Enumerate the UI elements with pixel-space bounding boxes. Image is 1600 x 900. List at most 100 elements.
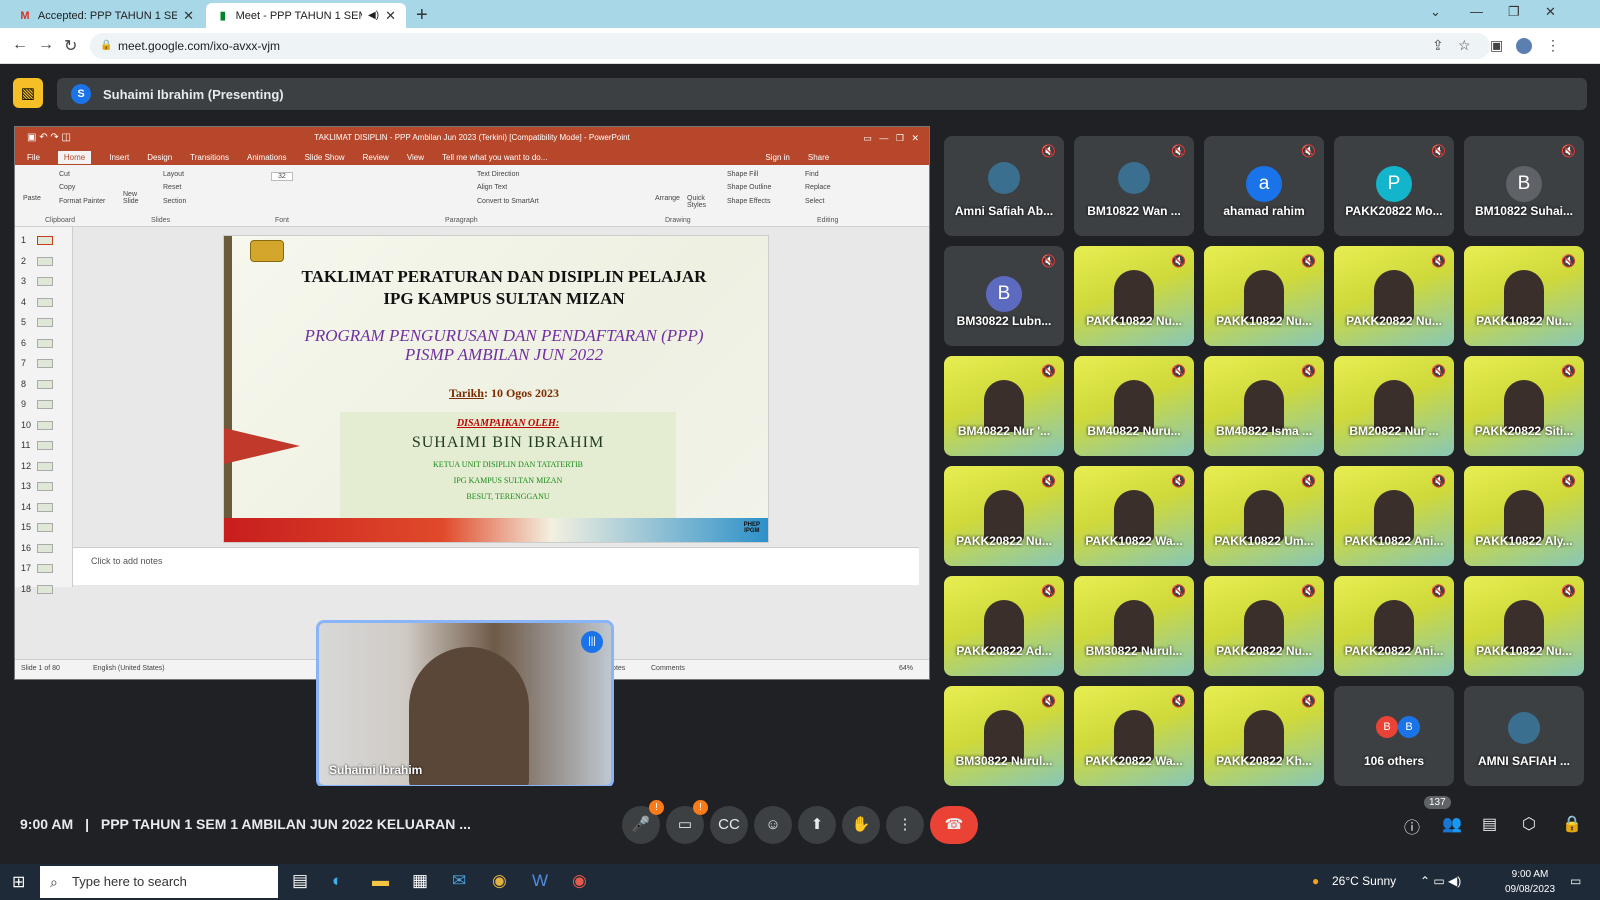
participant-tile[interactable]: 🔇 PAKK10822 Um... bbox=[1204, 466, 1324, 566]
lock-icon[interactable]: 🔒 bbox=[100, 33, 112, 59]
taskbar-time: 9:00 AM bbox=[1511, 869, 1549, 880]
edge-icon[interactable]: ◐ bbox=[332, 871, 342, 891]
share-icon[interactable]: ⇪ bbox=[1432, 37, 1444, 54]
bookmark-star-icon[interactable]: ☆ bbox=[1458, 37, 1471, 54]
slide-program: PROGRAM PENGURUSAN DAN PENDAFTARAN (PPP)… bbox=[244, 326, 764, 364]
word-icon[interactable]: W bbox=[532, 871, 548, 891]
participant-tile[interactable]: 🔇 BM40822 Nuru... bbox=[1074, 356, 1194, 456]
mic-muted-icon: 🔇 bbox=[1301, 144, 1316, 158]
chrome-active-icon[interactable]: ◉ bbox=[572, 871, 587, 891]
browser-tab-gmail[interactable]: M Accepted: PPP TAHUN 1 SEM 1 A ✕ bbox=[8, 3, 204, 28]
participant-tile[interactable]: B 🔇 BM10822 Suhai... bbox=[1464, 136, 1584, 236]
participant-tile[interactable]: 🔇 PAKK10822 Ani... bbox=[1334, 466, 1454, 566]
presenter-label: Suhaimi Ibrahim (Presenting) bbox=[103, 86, 284, 102]
mic-muted-icon: 🔇 bbox=[1431, 584, 1446, 598]
new-tab-button[interactable]: + bbox=[416, 4, 428, 27]
menu-dots-icon[interactable]: ⋮ bbox=[1546, 37, 1560, 54]
mic-muted-icon: 🔇 bbox=[1301, 584, 1316, 598]
participant-tile[interactable]: 🔇 PAKK20822 Wa... bbox=[1074, 686, 1194, 786]
host-controls-icon[interactable]: 🔒 bbox=[1562, 814, 1582, 834]
captions-button[interactable]: CC bbox=[710, 806, 748, 844]
participant-tile[interactable]: 🔇 PAKK20822 Ad... bbox=[944, 576, 1064, 676]
participant-tile[interactable]: B B 106 others bbox=[1334, 686, 1454, 786]
more-options-button[interactable]: ⋮ bbox=[886, 806, 924, 844]
participant-tile[interactable]: 🔇 PAKK10822 Nu... bbox=[1464, 576, 1584, 676]
store-icon[interactable]: ▦ bbox=[412, 871, 428, 891]
windows-start-icon[interactable]: ⊞ bbox=[12, 872, 25, 892]
participant-tile[interactable]: 🔇 PAKK20822 Kh... bbox=[1204, 686, 1324, 786]
participant-tile[interactable]: 🔇 PAKK10822 Wa... bbox=[1074, 466, 1194, 566]
close-tab-icon[interactable]: ✕ bbox=[385, 8, 396, 24]
sidebar-icon[interactable]: ▣ bbox=[1490, 37, 1503, 54]
taskbar-clock[interactable]: 9:00 AM 09/08/2023 bbox=[1502, 867, 1558, 897]
url-field[interactable]: 🔒 meet.google.com/ixo-avxx-vjm bbox=[90, 33, 1490, 59]
end-call-button[interactable]: ☎ bbox=[930, 806, 978, 844]
slide-thumbnail-number: 6 bbox=[21, 337, 27, 348]
participant-tile[interactable]: 🔇 PAKK10822 Nu... bbox=[1464, 246, 1584, 346]
mic-muted-icon: 🔇 bbox=[1041, 254, 1056, 268]
participant-tile[interactable]: 🔇 BM30822 Nurul... bbox=[944, 686, 1064, 786]
participant-tile[interactable]: 🔇 PAKK20822 Nu... bbox=[944, 466, 1064, 566]
restore-button[interactable]: ❐ bbox=[1508, 4, 1520, 20]
weather-icon[interactable]: ● bbox=[1312, 874, 1319, 888]
camera-button[interactable]: ▭! bbox=[666, 800, 708, 844]
participant-name: BM40822 Nur '... bbox=[957, 424, 1051, 438]
participant-tile[interactable]: 🔇 BM40822 Nur '... bbox=[944, 356, 1064, 456]
mic-muted-icon: 🔇 bbox=[1041, 364, 1056, 378]
speaker-icon[interactable]: ◀) bbox=[368, 10, 379, 21]
weather-text[interactable]: 26°C Sunny bbox=[1332, 874, 1396, 888]
ppt-ribbon-tabs: File Home Insert Design Transitions Anim… bbox=[15, 149, 929, 165]
slide-thumbnail: 6 bbox=[21, 337, 53, 348]
participant-tile[interactable]: 🔇 PAKK10822 Aly... bbox=[1464, 466, 1584, 566]
raise-hand-button[interactable]: ✋ bbox=[842, 806, 880, 844]
participant-tile[interactable]: P 🔇 PAKK20822 Mo... bbox=[1334, 136, 1454, 236]
participant-tile[interactable]: 🔇 PAKK20822 Ani... bbox=[1334, 576, 1454, 676]
file-explorer-icon[interactable]: ▬ bbox=[372, 871, 389, 891]
reload-icon[interactable]: ↻ bbox=[64, 36, 77, 56]
close-tab-icon[interactable]: ✕ bbox=[183, 8, 194, 24]
slide-thumbnail-number: 8 bbox=[21, 378, 27, 389]
tray-icons[interactable]: ⌃ ▭ ◀) bbox=[1420, 874, 1461, 888]
participant-tile[interactable]: 🔇 BM10822 Wan ... bbox=[1074, 136, 1194, 236]
browser-tab-meet[interactable]: ▮ Meet - PPP TAHUN 1 SEM 1 ◀) ✕ bbox=[206, 3, 406, 28]
participant-tile[interactable]: 🔇 BM20822 Nur ... bbox=[1334, 356, 1454, 456]
info-icon[interactable]: ⓘ bbox=[1404, 814, 1420, 838]
participant-tile[interactable]: 🔇 PAKK10822 Nu... bbox=[1074, 246, 1194, 346]
participant-tile[interactable]: B 🔇 BM30822 Lubn... bbox=[944, 246, 1064, 346]
back-icon[interactable]: ← bbox=[12, 36, 28, 54]
forward-icon[interactable]: → bbox=[38, 36, 54, 54]
notifications-icon[interactable]: ▭ bbox=[1570, 874, 1581, 888]
ppt-paste: Paste bbox=[23, 195, 41, 202]
participant-tile[interactable]: 🔇 Amni Safiah Ab... bbox=[944, 136, 1064, 236]
chrome-icon[interactable]: ◉ bbox=[492, 871, 507, 891]
slide-thumbnail-image bbox=[37, 584, 53, 594]
present-button[interactable]: ⬆ bbox=[798, 806, 836, 844]
activities-icon[interactable]: ⬡ bbox=[1522, 814, 1536, 834]
minimize-button[interactable]: — bbox=[1470, 4, 1483, 19]
presenter-video-tile[interactable]: ||| Suhaimi Ibrahim bbox=[316, 620, 614, 788]
tab-search-icon[interactable]: ⌄ bbox=[1430, 4, 1441, 20]
participant-tile[interactable]: a 🔇 ahamad rahim bbox=[1204, 136, 1324, 236]
participant-tile[interactable]: 🔇 BM40822 Isma ... bbox=[1204, 356, 1324, 456]
emoji-button[interactable]: ☺ bbox=[754, 806, 792, 844]
people-icon[interactable]: 👥 bbox=[1442, 814, 1462, 834]
chat-icon[interactable]: ▤ bbox=[1482, 814, 1497, 834]
taskbar-search[interactable]: ⌕ Type here to search bbox=[40, 866, 278, 898]
participant-tile[interactable]: AMNI SAFIAH ... bbox=[1464, 686, 1584, 786]
speaking-indicator-icon: ||| bbox=[581, 631, 603, 653]
participant-tile[interactable]: 🔇 BM30822 Nurul... bbox=[1074, 576, 1194, 676]
participant-name: BM30822 Lubn... bbox=[956, 314, 1052, 328]
mic-muted-icon: 🔇 bbox=[1171, 364, 1186, 378]
task-view-icon[interactable]: ▤ bbox=[292, 871, 308, 891]
slide-thumbnail-number: 15 bbox=[21, 522, 32, 532]
close-window-button[interactable]: ✕ bbox=[1545, 4, 1556, 20]
profile-avatar[interactable] bbox=[1516, 38, 1532, 54]
participant-tile[interactable]: 🔇 PAKK10822 Nu... bbox=[1204, 246, 1324, 346]
mic-button[interactable]: 🎤! bbox=[622, 800, 664, 844]
presentation-icon[interactable]: ▧ bbox=[13, 78, 43, 108]
mail-icon[interactable]: ✉ bbox=[452, 871, 466, 891]
participant-tile[interactable]: 🔇 PAKK20822 Nu... bbox=[1334, 246, 1454, 346]
participant-tile[interactable]: 🔇 PAKK20822 Nu... bbox=[1204, 576, 1324, 676]
slide-thumbnail: 18 bbox=[21, 584, 53, 594]
participant-tile[interactable]: 🔇 PAKK20822 Siti... bbox=[1464, 356, 1584, 456]
